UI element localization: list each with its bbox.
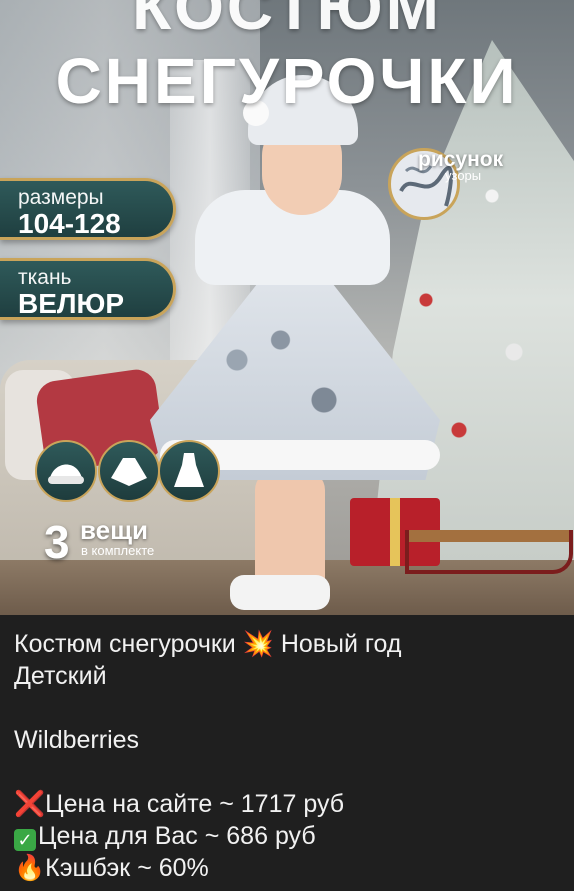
girl-shoes (230, 575, 330, 610)
pattern-subtitle: узоры (445, 168, 482, 183)
cashback: Кэшбэк ~ 60% (45, 854, 209, 882)
caption-subtitle: Детский (14, 662, 107, 690)
caption-title-cont: Новый год (280, 630, 402, 658)
caption-title: Костюм снегурочки (14, 630, 236, 658)
sizes-badge: размеры 104-128 (0, 178, 176, 240)
cashback-line: 🔥Кэшбэк ~ 60% (14, 852, 562, 884)
price-site-line: ❌Цена на сайте ~ 1717 руб (14, 788, 562, 820)
cross-icon: ❌ (14, 789, 46, 818)
post-caption: Костюм снегурочки 💥 Новый год Детский Wi… (14, 628, 562, 884)
check-icon: ✓ (14, 829, 36, 851)
sled (405, 530, 573, 574)
caption-title-line: Костюм снегурочки 💥 Новый год (14, 628, 562, 660)
fabric-badge: ткань ВЕЛЮР (0, 258, 176, 320)
explosion-icon: 💥 (242, 629, 274, 658)
cape-icon (98, 440, 160, 502)
bundle-count: 3 (44, 516, 70, 568)
dress-icon (158, 440, 220, 502)
hat-icon (35, 440, 97, 502)
fire-icon: 🔥 (14, 853, 46, 882)
fabric-label: ткань (18, 266, 72, 289)
image-title: КОСТЮМ СНЕГУРОЧКИ (0, 0, 574, 118)
bundle-word: вещи (80, 515, 149, 545)
christmas-tree (371, 40, 574, 560)
sizes-value: 104-128 (18, 208, 121, 239)
sizes-label: размеры (18, 186, 104, 209)
title-line-2: СНЕГУРОЧКИ (55, 45, 519, 117)
title-line-1: КОСТЮМ (132, 0, 442, 43)
price-site: Цена на сайте ~ 1717 руб (45, 790, 345, 818)
product-photo[interactable]: КОСТЮМ СНЕГУРОЧКИ размеры 104-128 ткань … (0, 0, 574, 615)
price-you-line: ✓ Цена для Вас ~ 686 руб (14, 820, 562, 852)
fabric-value: ВЕЛЮР (18, 288, 125, 319)
bundle-subtitle: в комплекте (81, 543, 155, 558)
shop-name: Wildberries (14, 726, 140, 754)
price-you: Цена для Вас ~ 686 руб (38, 822, 316, 850)
